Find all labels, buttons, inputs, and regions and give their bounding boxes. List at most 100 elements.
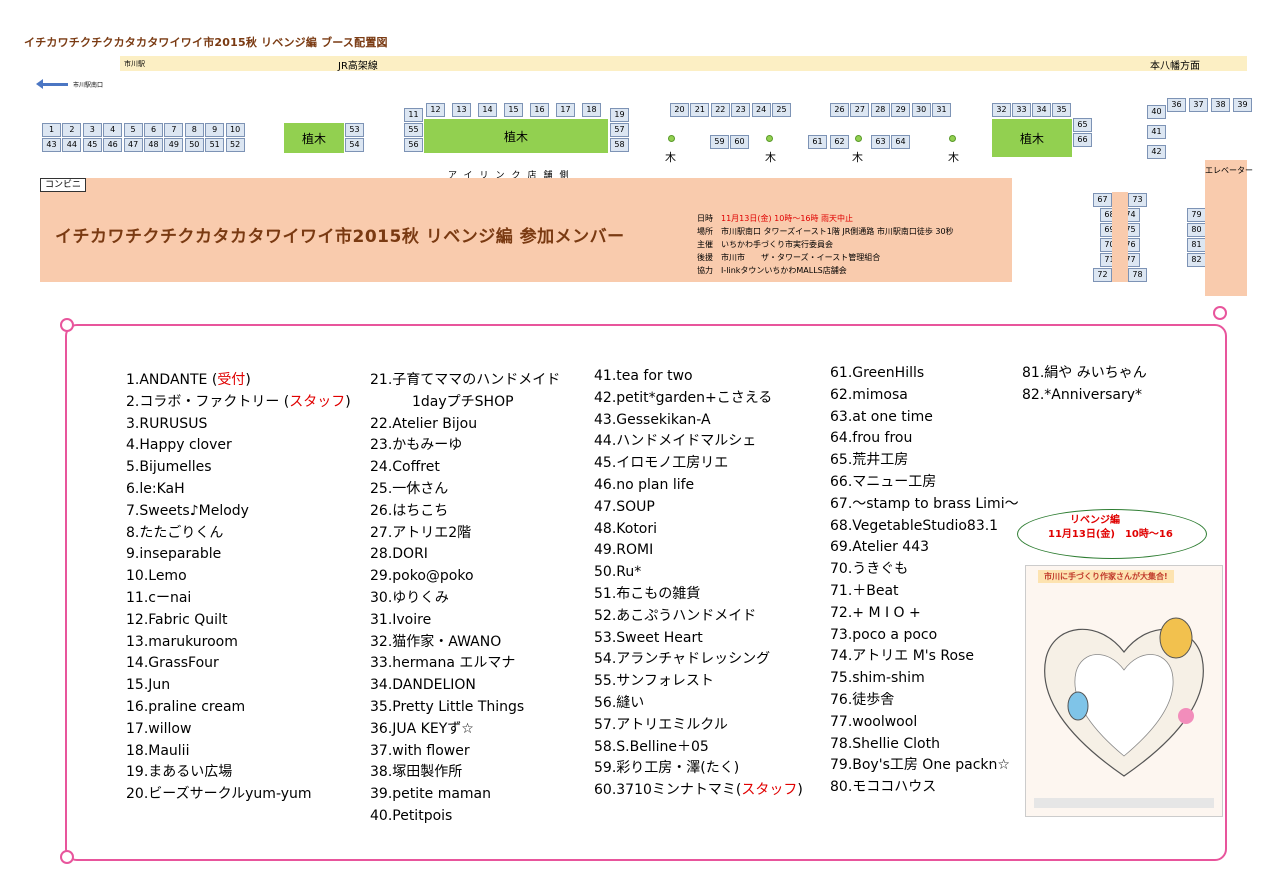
member-name: 54.アランチャドレッシング [594,651,771,668]
booth-59: 59 [710,135,729,149]
member-item: 19.まあるい広場 [126,762,351,784]
member-item: 14.GrassFour [126,653,351,675]
booth-52: 52 [225,138,245,152]
member-name: 13.marukuroom [126,633,238,650]
booth-27: 27 [850,103,870,117]
member-item: 64.frou frou [830,428,1019,450]
member-name: 22.Atelier Bijou [370,415,478,432]
booth-58: 58 [610,138,629,152]
coop-value: I-linkタウンいちかわMALLS店舗会 [721,266,847,275]
member-item: 37.with flower [370,741,560,763]
booth-37: 37 [1189,98,1208,112]
coop-label: 協力 [697,266,713,275]
member-name: 66.マニュー工房 [830,473,937,490]
member-item: 71.＋Beat [830,581,1019,603]
member-name: 79.Boy's工房 One packn☆ [830,757,1010,774]
booth-20: 20 [670,103,689,117]
booth-5: 5 [123,123,143,137]
support-label: 後援 [697,253,713,262]
booth-31: 31 [932,103,951,117]
member-name: 1dayプチSHOP [370,393,514,410]
member-item: 31.Ivoire [370,610,560,632]
member-name: 56.縫い [594,694,645,711]
member-item: 5.Bijumelles [126,457,351,479]
booth-72: 72 [1093,268,1112,282]
member-name: 34.DANDELION [370,677,476,694]
arrow-left-icon [36,79,68,89]
member-name: 55.サンフォレスト [594,673,714,690]
tree-planter-1: 植木 [284,123,344,153]
booth-14: 14 [478,103,497,117]
tree-icon [949,135,956,142]
booth-34: 34 [1032,103,1051,117]
member-item: 63.at one time [830,407,1019,429]
convenience-store-label: コンビニ [40,178,86,192]
tree-planter-2: 植木 [424,119,608,153]
booth-82: 82 [1187,253,1206,267]
member-item: 4.Happy clover [126,435,351,457]
member-item: 53.Sweet Heart [594,628,803,650]
member-item: 82.*Anniversary* [1022,385,1147,407]
member-item: 51.布こもの雑貨 [594,584,803,606]
member-name: 49.ROMI [594,542,654,559]
members-column-1: 1.ANDANTE (受付) 2.コラボ・ファクトリー (スタッフ) 3.RURUS… [126,370,351,806]
bubble-line-2: 11月13日(金) 10時～16 [1048,529,1173,540]
booth-23: 23 [731,103,751,117]
booth-47: 47 [123,138,143,152]
page-title: イチカワチクチクカタカタワイワイ市2015秋 リベンジ編 ブース配置図 [24,36,388,49]
booth-42: 42 [1147,145,1166,159]
booth-56: 56 [404,138,423,152]
member-name: 17.willow [126,720,192,737]
booth-25: 25 [772,103,791,117]
member-name: 42.petit*garden+こさえる [594,389,773,406]
event-info: 日時 11月13日(金) 10時～16時 雨天中止 場所 市川駅南口 タワーズイ… [697,212,954,277]
jr-rail: 市川駅 JR高架線 本八幡方面 [120,56,1247,72]
member-item: 78.Shellie Cloth [830,734,1019,756]
member-name: 45.イロモノ工房リエ [594,455,729,472]
member-item: 50.Ru* [594,562,803,584]
member-item: 52.あこぷうハンドメイド [594,606,803,628]
member-name: 60.3710ミンナトマミ( [594,782,742,799]
member-name: 18.Maulii [126,742,190,759]
banner-title: イチカワチクチクカタカタワイワイ市2015秋 リベンジ編 参加メンバー [55,227,625,247]
bubble-text: リベンジ編 11月13日(金) 10時～16 [1048,514,1173,542]
member-role: スタッフ [289,393,346,410]
booth-11: 11 [404,108,423,122]
member-item: 40.Petitpois [370,806,560,828]
booth-13: 13 [452,103,471,117]
member-name: 59.彩り工房・澤(たく) [594,760,740,777]
member-name: 26.はちこち [370,502,449,519]
member-name: 15.Jun [126,677,171,694]
member-item: 30.ゆりくみ [370,588,560,610]
members-column-2: 21.子育てママのハンドメイド 1dayプチSHOP 22.Atelier Bij… [370,370,560,828]
member-name: 67.～stamp to brass Limi～ [830,495,1019,512]
date-value: 11月13日(金) 10時～16時 雨天中止 [721,214,854,223]
member-item: 59.彩り工房・澤(たく) [594,758,803,780]
member-item: 3.RURUSUS [126,414,351,436]
member-item: 55.サンフォレスト [594,671,803,693]
member-item: 22.Atelier Bijou [370,414,560,436]
member-name: 28.DORI [370,546,428,563]
booth-39: 39 [1233,98,1252,112]
booth-73: 73 [1128,193,1147,207]
member-name: 57.アトリエミルクル [594,716,728,733]
booth-55: 55 [404,123,423,137]
member-item: 1dayプチSHOP [370,392,560,414]
member-name: 51.布こもの雑貨 [594,585,701,602]
rail-right-label: 本八幡方面 [1150,61,1200,72]
booth-65: 65 [1073,118,1092,132]
booth-60: 60 [730,135,749,149]
member-name: 47.SOUP [594,498,655,515]
booth-6: 6 [144,123,163,137]
booth-57: 57 [610,123,629,137]
member-item: 12.Fabric Quilt [126,610,351,632]
member-name: 31.Ivoire [370,611,432,628]
tree-icon [766,135,773,142]
booth-61: 61 [808,135,827,149]
member-name: 11.cーnai [126,589,192,606]
member-name: 81.絹や みいちゃん [1022,365,1147,381]
booth-50: 50 [184,138,204,152]
member-name: 76.徒歩舎 [830,691,895,708]
tree-icon [668,135,675,142]
member-item: 67.～stamp to brass Limi～ [830,494,1019,516]
